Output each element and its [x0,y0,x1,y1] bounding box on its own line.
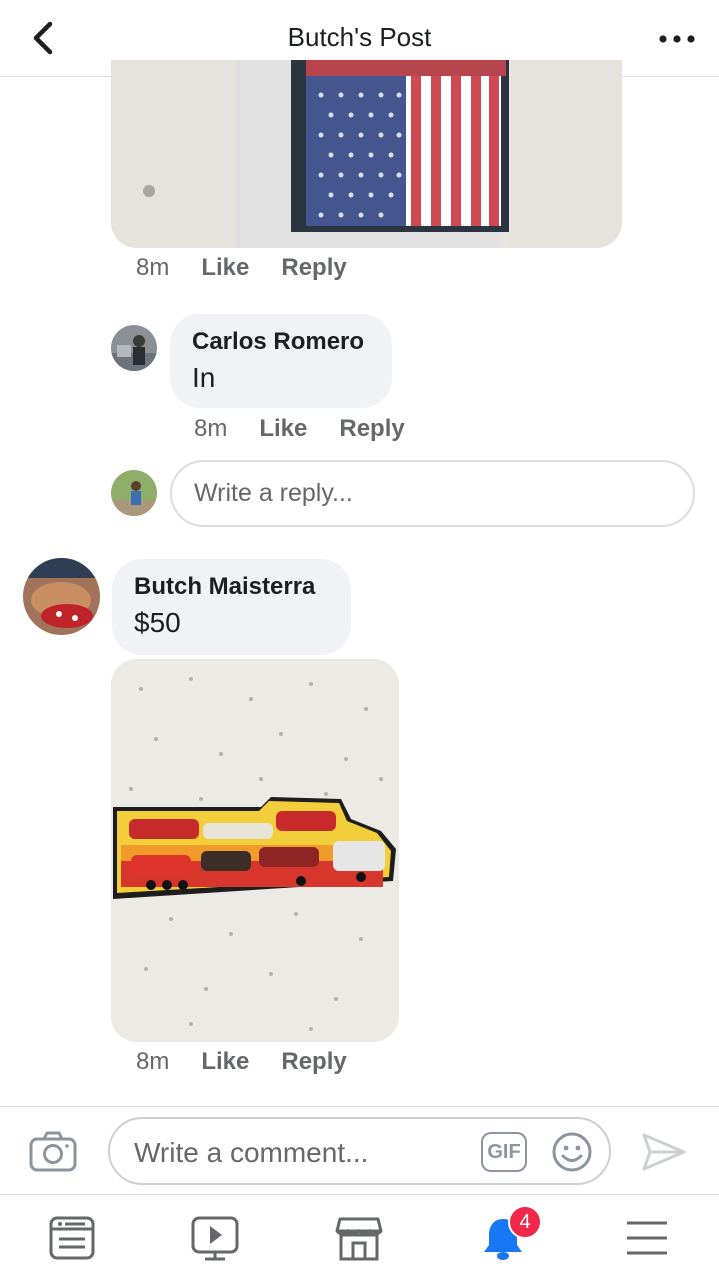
comment-photo-truck-patch[interactable] [111,659,399,1042]
smiley-icon [552,1132,592,1172]
flag-patch-image [111,60,622,248]
comment-text: In [192,362,216,393]
more-icon [659,35,695,43]
nav-watch[interactable] [190,1213,240,1263]
reply-input-placeholder: Write a reply... [194,479,353,507]
bottom-navigation: 4 [0,1194,719,1279]
truck-patch-image [111,659,399,1042]
comment-author[interactable]: Butch Maisterra [134,573,329,601]
avatar-image [111,470,157,516]
camera-button[interactable] [28,1130,78,1174]
comment-bubble[interactable]: Butch Maisterra $50 [112,559,351,655]
current-user-avatar [111,470,157,516]
reply-button[interactable]: Reply [281,254,346,282]
gif-button[interactable]: GIF [481,1132,527,1172]
camera-icon [29,1131,77,1172]
comment-bubble[interactable]: Carlos Romero In [170,314,392,408]
reply-input[interactable]: Write a reply... [170,460,695,527]
send-button[interactable] [640,1131,688,1173]
comment-photo-flag-patch[interactable] [111,60,622,248]
news-feed-icon [49,1216,95,1260]
comment-actions: 8m Like Reply [136,1048,347,1076]
reply-button[interactable]: Reply [339,415,404,443]
more-options-button[interactable] [655,22,699,56]
like-button[interactable]: Like [201,254,249,282]
comment-actions: 8m Like Reply [194,415,405,443]
comment-author[interactable]: Carlos Romero [192,328,370,356]
comment-actions: 8m Like Reply [136,254,347,282]
reply-button[interactable]: Reply [281,1048,346,1076]
avatar[interactable] [111,325,157,371]
comment-timestamp: 8m [194,415,228,442]
avatar-image [111,325,157,371]
comment-timestamp: 8m [136,1048,170,1075]
nav-menu[interactable] [622,1213,672,1263]
like-button[interactable]: Like [259,415,307,443]
comment-composer: Write a comment... GIF [0,1106,719,1194]
watch-icon [191,1216,239,1261]
page-title: Butch's Post [287,22,432,52]
comment-input-placeholder: Write a comment... [134,1137,369,1168]
nav-news-feed[interactable] [47,1213,97,1263]
comment-timestamp: 8m [136,254,170,281]
marketplace-icon [335,1217,383,1261]
comment-input[interactable]: Write a comment... GIF [108,1117,611,1185]
like-button[interactable]: Like [201,1048,249,1076]
nav-marketplace[interactable] [334,1213,384,1263]
avatar[interactable] [23,558,100,635]
menu-icon [627,1221,667,1255]
avatar-image [23,558,100,635]
comment-text: $50 [134,607,181,638]
emoji-button[interactable] [551,1131,593,1173]
send-icon [642,1133,686,1171]
notification-count-badge: 4 [508,1205,542,1239]
